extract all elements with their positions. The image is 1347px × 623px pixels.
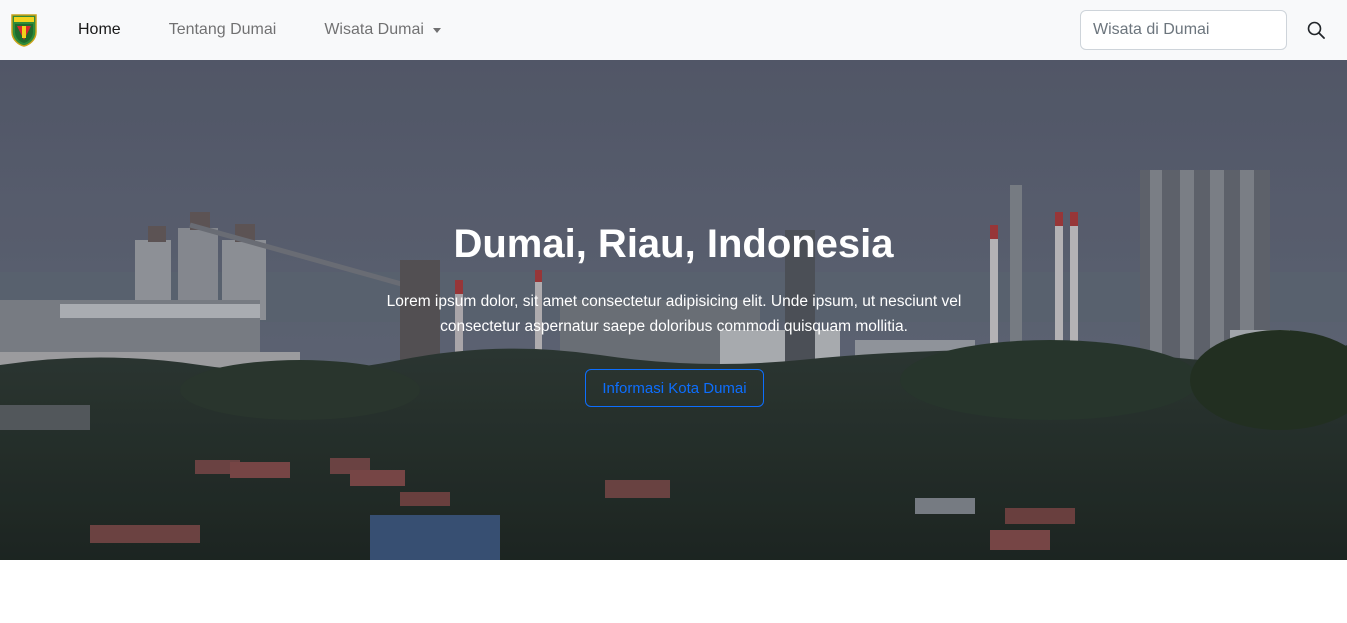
nav-dropdown-wisata-dumai[interactable]: Wisata Dumai (300, 21, 465, 39)
caret-down-icon (432, 27, 441, 33)
nav-link-label: Wisata Dumai (324, 21, 424, 38)
navbar: Home Tentang Dumai Wisata Dumai (0, 0, 1347, 60)
dumai-crest-logo-icon[interactable] (11, 14, 37, 47)
informasi-kota-dumai-button[interactable]: Informasi Kota Dumai (585, 369, 764, 407)
hero-section: Dumai, Riau, Indonesia Lorem ipsum dolor… (0, 60, 1347, 560)
nav-link-home[interactable]: Home (54, 21, 145, 39)
search-icon (1307, 21, 1325, 39)
nav-link-label: Home (78, 21, 121, 38)
hero-title: Dumai, Riau, Indonesia (453, 222, 894, 266)
nav-link-label: Tentang Dumai (168, 21, 277, 38)
nav-links: Home Tentang Dumai Wisata Dumai (54, 0, 465, 60)
hero-description: Lorem ipsum dolor, sit amet consectetur … (386, 293, 962, 335)
search-button[interactable] (1300, 14, 1332, 46)
nav-link-tentang-dumai[interactable]: Tentang Dumai (145, 21, 301, 39)
search-input[interactable] (1080, 10, 1287, 50)
